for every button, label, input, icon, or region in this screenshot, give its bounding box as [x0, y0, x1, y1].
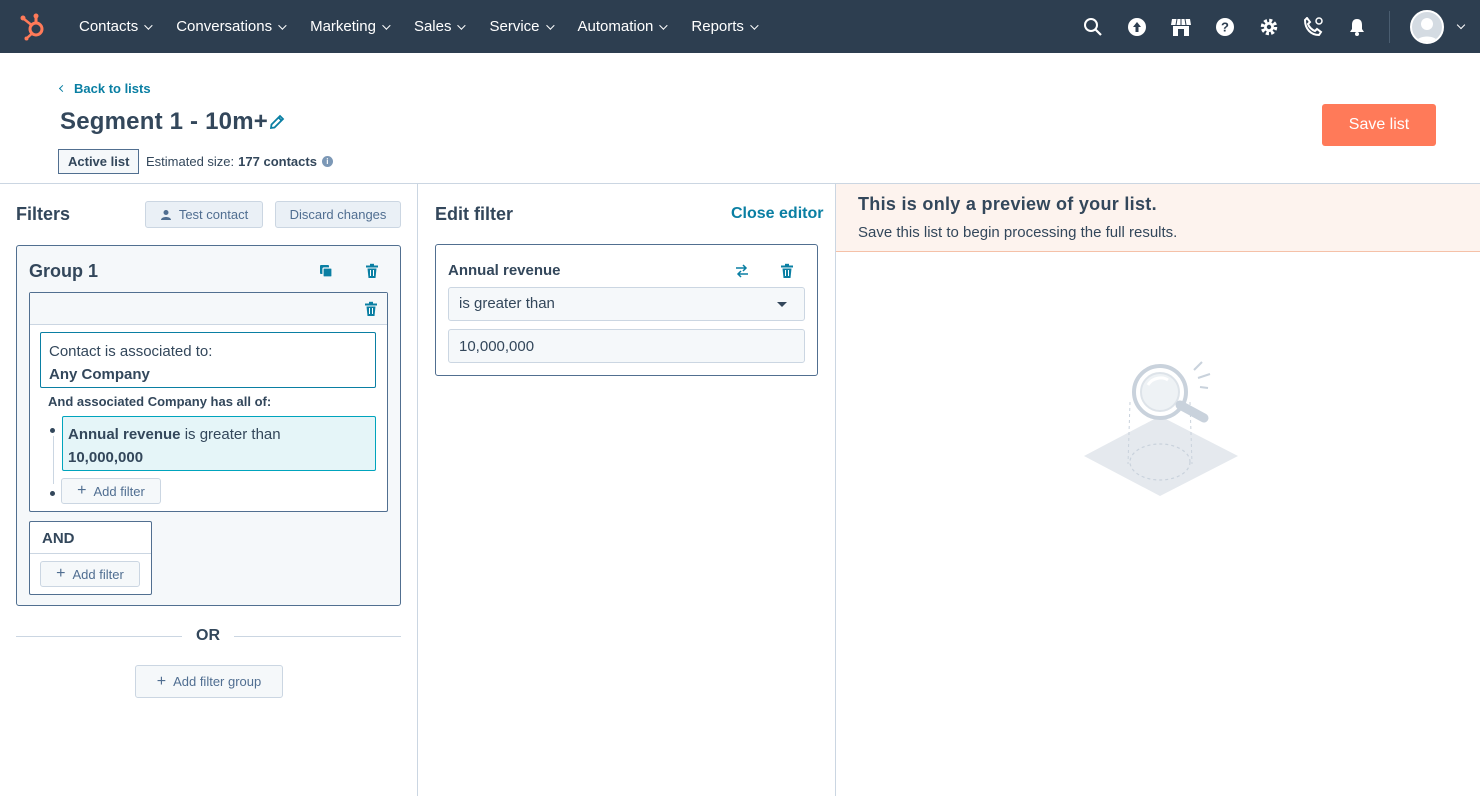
chevron-down-icon: [144, 20, 153, 30]
property-name: Annual revenue: [448, 262, 561, 279]
chevron-down-icon: [659, 20, 669, 30]
add-filter-button[interactable]: + Add filter: [40, 561, 140, 587]
save-list-button[interactable]: Save list: [1322, 104, 1436, 146]
svg-text:?: ?: [1221, 19, 1229, 34]
add-filter-button[interactable]: + Add filter: [61, 478, 161, 504]
settings-gear-icon[interactable]: [1257, 15, 1281, 39]
chevron-left-icon: [58, 84, 67, 93]
nav-item-marketing[interactable]: Marketing: [297, 0, 401, 53]
nav-item-contacts[interactable]: Contacts: [66, 0, 163, 53]
value-input[interactable]: [448, 329, 805, 363]
filters-heading: Filters: [16, 204, 71, 224]
hubspot-logo-icon[interactable]: [18, 11, 48, 41]
edit-filter-panel: Edit filter Close editor Annual revenue …: [418, 184, 836, 796]
chevron-down-icon: [457, 20, 467, 30]
group-title: Group 1: [29, 261, 99, 281]
nav-item-automation[interactable]: Automation: [565, 0, 679, 53]
association-filter-block: Contact is associated to: Any Company An…: [29, 292, 388, 512]
preview-subtitle: Save this list to begin processing the f…: [858, 224, 1178, 241]
trash-icon[interactable]: [364, 263, 380, 279]
association-filter[interactable]: Contact is associated to: Any Company: [40, 332, 376, 388]
active-list-tag: Active list: [58, 149, 140, 174]
upgrade-icon[interactable]: [1125, 15, 1149, 39]
edit-pencil-icon[interactable]: [268, 113, 286, 131]
calling-phone-icon[interactable]: [1301, 15, 1325, 39]
annual-revenue-filter[interactable]: Annual revenue is greater than 10,000,00…: [62, 416, 376, 471]
discard-changes-button[interactable]: Discard changes: [275, 201, 401, 228]
and-associated-label: And associated Company has all of:: [48, 394, 272, 409]
edit-filter-card: Annual revenue is greater than: [435, 244, 818, 376]
chevron-down-icon: [278, 20, 287, 30]
block-header: [30, 293, 387, 325]
top-navigation: Contacts Conversations Marketing Sales S…: [0, 0, 1480, 53]
page-title: Segment 1 - 10m+: [60, 108, 268, 135]
nav-item-service[interactable]: Service: [476, 0, 564, 53]
plus-icon: +: [77, 482, 87, 499]
trash-icon[interactable]: [363, 301, 379, 317]
bullet: [50, 491, 55, 496]
test-contact-button[interactable]: Test contact: [145, 201, 263, 228]
nav-item-reports[interactable]: Reports: [678, 0, 769, 53]
info-icon[interactable]: i: [321, 156, 333, 167]
estimated-size: Estimated size: 177 contacts i: [146, 154, 333, 169]
person-icon: [160, 209, 171, 220]
add-filter-group-button[interactable]: + Add filter group: [135, 665, 283, 698]
clone-icon[interactable]: [318, 263, 334, 279]
chevron-down-icon[interactable]: [1456, 20, 1466, 29]
trash-icon[interactable]: [779, 263, 795, 279]
magnifying-glass-illustration-icon: [1078, 360, 1248, 510]
chevron-down-icon: [750, 20, 759, 30]
close-editor-link[interactable]: Close editor: [731, 205, 823, 223]
chevron-down-icon: [545, 20, 555, 30]
preview-banner: This is only a preview of your list. Sav…: [836, 184, 1480, 252]
filters-panel: Filters Test contact Discard changes Gro…: [0, 184, 418, 796]
caret-down-icon: [777, 302, 787, 307]
filter-group-1: Group 1 Contact is associated to: Any Co…: [16, 245, 401, 606]
plus-icon: +: [56, 565, 66, 582]
edit-filter-heading: Edit filter: [435, 204, 514, 224]
nav-item-conversations[interactable]: Conversations: [163, 0, 297, 53]
notifications-bell-icon[interactable]: [1345, 15, 1369, 39]
or-separator: OR: [16, 627, 401, 647]
swap-arrows-icon[interactable]: [734, 263, 750, 279]
plus-icon: +: [156, 672, 167, 690]
operator-select[interactable]: is greater than: [448, 287, 805, 321]
preview-title: This is only a preview of your list.: [858, 194, 1157, 214]
chevron-down-icon: [382, 20, 391, 30]
marketplace-icon[interactable]: [1169, 15, 1193, 39]
nav-separator: [1389, 10, 1390, 43]
preview-panel: This is only a preview of your list. Sav…: [836, 184, 1480, 796]
back-to-lists-link[interactable]: Back to lists: [58, 81, 151, 96]
nav-item-sales[interactable]: Sales: [401, 0, 477, 53]
and-block: AND + Add filter: [29, 521, 152, 595]
user-avatar[interactable]: [1410, 9, 1444, 44]
bullet: [50, 428, 55, 433]
connector-line: [53, 436, 54, 484]
and-label: AND: [30, 522, 151, 554]
search-icon[interactable]: [1081, 15, 1105, 39]
help-icon[interactable]: ?: [1213, 15, 1237, 39]
